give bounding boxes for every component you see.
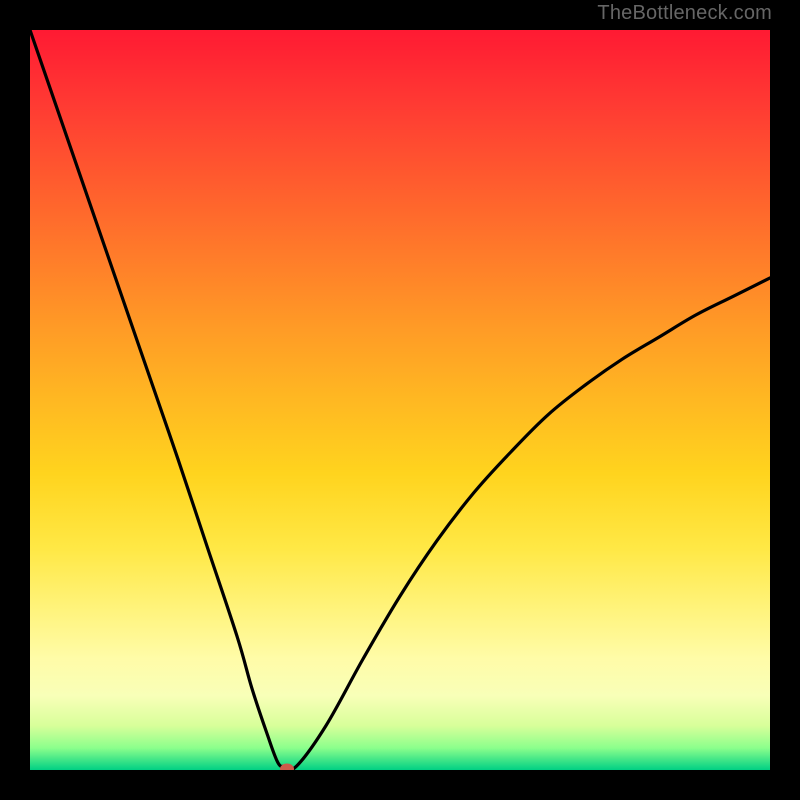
curve-svg [30, 30, 770, 770]
min-marker [280, 763, 294, 770]
curve-path [30, 30, 770, 770]
watermark-text: TheBottleneck.com [597, 2, 772, 25]
plot-area [30, 30, 770, 770]
chart-frame: TheBottleneck.com [0, 0, 800, 800]
